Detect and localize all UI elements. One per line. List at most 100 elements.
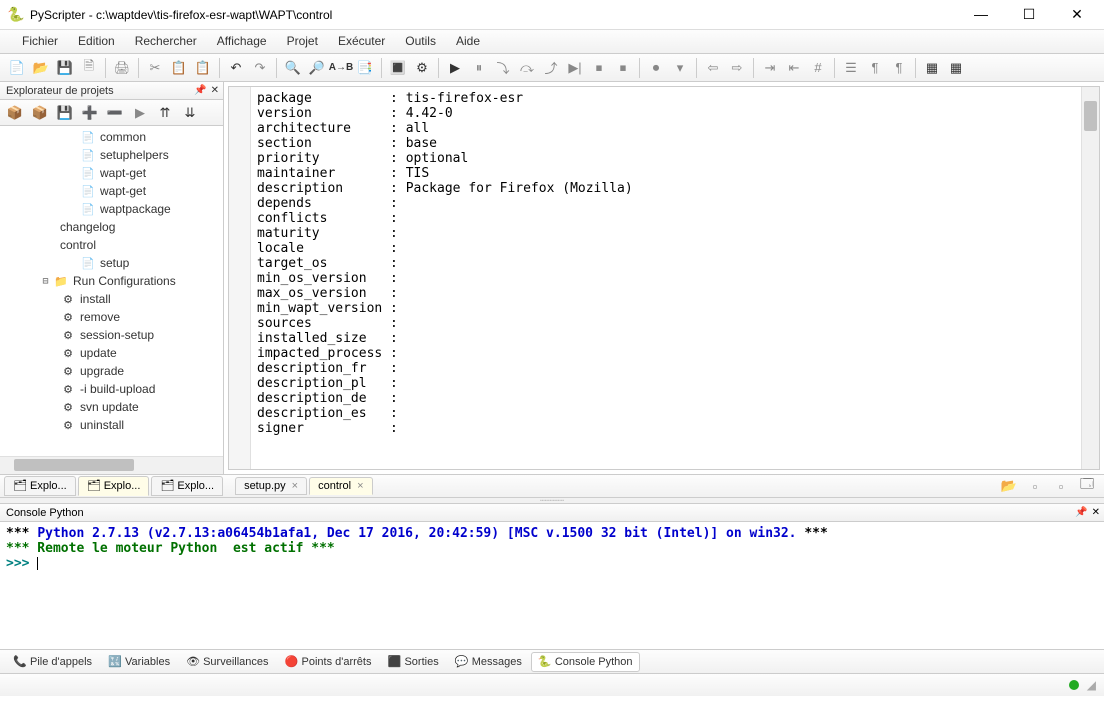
save-all-icon[interactable]: 🗎 <box>78 57 100 79</box>
tree-item[interactable]: ⚙svn update <box>0 398 223 416</box>
tree-item[interactable]: 📄wapt-get <box>0 182 223 200</box>
file-tab[interactable]: setup.py× <box>235 477 307 495</box>
tree-item[interactable]: ⊟📁Run Configurations <box>0 272 223 290</box>
tree-item[interactable]: 📄setuphelpers <box>0 146 223 164</box>
tree-hscroll[interactable] <box>0 456 223 474</box>
minimize-button[interactable]: — <box>966 6 996 23</box>
console-pin-icon[interactable]: 📌 <box>1075 507 1087 518</box>
editor-vscroll[interactable] <box>1081 87 1099 469</box>
nav-fwd-icon[interactable]: ⇨ <box>726 57 748 79</box>
find-next-icon[interactable]: 🔎 <box>306 57 328 79</box>
tab-window-icon[interactable]: 🗔 <box>1076 475 1098 497</box>
view-tab[interactable]: 🗂Explo... <box>78 476 150 496</box>
view-tab[interactable]: 🗂Explo... <box>4 476 76 496</box>
bottom-tab[interactable]: ⬛Sorties <box>380 652 445 672</box>
close-button[interactable]: ✕ <box>1062 6 1092 23</box>
paste-icon[interactable]: 📋 <box>192 57 214 79</box>
redo-icon[interactable]: ↷ <box>249 57 271 79</box>
cut-icon[interactable]: ✂ <box>144 57 166 79</box>
run-icon[interactable]: ▶ <box>444 57 466 79</box>
nav-back-icon[interactable]: ⇦ <box>702 57 724 79</box>
toggle-breakpoint-icon[interactable]: 🔳 <box>387 57 409 79</box>
new-file-icon[interactable]: 📄 <box>6 57 28 79</box>
menu-rechercher[interactable]: Rechercher <box>125 30 207 53</box>
bottom-tab[interactable]: 👁Surveillances <box>179 652 275 672</box>
chevron-down-icon[interactable]: ▾ <box>669 57 691 79</box>
indent-icon[interactable]: ⇥ <box>759 57 781 79</box>
save-icon[interactable]: 💾 <box>54 57 76 79</box>
bottom-tab[interactable]: 🐍Console Python <box>531 652 640 672</box>
step-over-icon[interactable]: ⤼ <box>516 57 538 79</box>
view-tab[interactable]: 🗂Explo... <box>151 476 223 496</box>
tree-item[interactable]: 📄waptpackage <box>0 200 223 218</box>
menu-projet[interactable]: Projet <box>277 30 328 53</box>
bottom-tab[interactable]: 📞Pile d'appels <box>6 652 99 672</box>
comment-icon[interactable]: # <box>807 57 829 79</box>
bottom-tab[interactable]: 🔣Variables <box>101 652 177 672</box>
maximize-button[interactable]: ☐ <box>1014 6 1044 23</box>
menu-exécuter[interactable]: Exécuter <box>328 30 395 53</box>
goto-icon[interactable]: 📑 <box>354 57 376 79</box>
bottom-tab[interactable]: 🔴Points d'arrêts <box>278 652 379 672</box>
tab-nav-icon[interactable]: ▫ <box>1024 475 1046 497</box>
proj-remove-icon[interactable]: ➖ <box>104 102 126 124</box>
tree-item[interactable]: 📄common <box>0 128 223 146</box>
config-icon[interactable]: ⚙ <box>411 57 433 79</box>
proj-open-icon[interactable]: 📦 <box>29 102 51 124</box>
tree-item[interactable]: control <box>0 236 223 254</box>
find-icon[interactable]: 🔍 <box>282 57 304 79</box>
tab-nav2-icon[interactable]: ▫ <box>1050 475 1072 497</box>
undo-icon[interactable]: ↶ <box>225 57 247 79</box>
menu-aide[interactable]: Aide <box>446 30 490 53</box>
proj-add-icon[interactable]: ➕ <box>79 102 101 124</box>
dedent-icon[interactable]: ⇤ <box>783 57 805 79</box>
tree-item[interactable]: ⚙update <box>0 344 223 362</box>
proj-new-icon[interactable]: 📦 <box>4 102 26 124</box>
layout1-icon[interactable]: ▦ <box>921 57 943 79</box>
layout2-icon[interactable]: ▦ <box>945 57 967 79</box>
stop-all-icon[interactable]: ⏹ <box>612 57 634 79</box>
tree-item[interactable]: 📄setup <box>0 254 223 272</box>
run-to-cursor-icon[interactable]: ▶| <box>564 57 586 79</box>
proj-expand-icon[interactable]: ⇊ <box>179 102 201 124</box>
menu-fichier[interactable]: Fichier <box>12 30 68 53</box>
tree-item[interactable]: ⚙session-setup <box>0 326 223 344</box>
resize-grip-icon[interactable]: ◢ <box>1087 678 1096 692</box>
bottom-tab[interactable]: 💬Messages <box>448 652 529 672</box>
pilcrow-icon[interactable]: ¶ <box>864 57 886 79</box>
copy-icon[interactable]: 📋 <box>168 57 190 79</box>
tree-expander-icon[interactable]: ⊟ <box>40 276 51 287</box>
menu-outils[interactable]: Outils <box>395 30 446 53</box>
proj-collapse-icon[interactable]: ⇈ <box>154 102 176 124</box>
replace-icon[interactable]: A→B <box>330 57 352 79</box>
tree-item[interactable]: ⚙uninstall <box>0 416 223 434</box>
stop-icon[interactable]: ⏹ <box>588 57 610 79</box>
editor-content[interactable]: package : tis-firefox-esr version : 4.42… <box>251 87 1081 469</box>
step-out-icon[interactable]: ⤴ <box>540 57 562 79</box>
record-icon[interactable]: ⏺ <box>645 57 667 79</box>
menu-affichage[interactable]: Affichage <box>207 30 277 53</box>
file-tab[interactable]: control× <box>309 477 372 495</box>
python-console[interactable]: *** Python 2.7.13 (v2.7.13:a06454b1afa1,… <box>0 522 1104 650</box>
debug-icon[interactable]: ⏸ <box>468 57 490 79</box>
pin-icon[interactable]: 📌 <box>194 85 206 96</box>
proj-run-icon[interactable]: ▶ <box>129 102 151 124</box>
print-icon[interactable]: 🖨 <box>111 57 133 79</box>
tree-item[interactable]: ⚙upgrade <box>0 362 223 380</box>
menu-edition[interactable]: Edition <box>68 30 125 53</box>
proj-save-icon[interactable]: 💾 <box>54 102 76 124</box>
pilcrow2-icon[interactable]: ¶ <box>888 57 910 79</box>
console-close-icon[interactable]: ✕ <box>1092 507 1100 518</box>
tree-item[interactable]: ⚙-i build-upload <box>0 380 223 398</box>
tree-item[interactable]: 📄wapt-get <box>0 164 223 182</box>
tree-item[interactable]: ⚙install <box>0 290 223 308</box>
project-tree[interactable]: 📄common📄setuphelpers📄wapt-get📄wapt-get📄w… <box>0 126 223 456</box>
open-file-icon[interactable]: 📂 <box>30 57 52 79</box>
tab-close-icon[interactable]: × <box>292 480 298 492</box>
step-into-icon[interactable]: ⤵ <box>492 57 514 79</box>
tab-close-icon[interactable]: × <box>357 480 363 492</box>
list-icon[interactable]: ☰ <box>840 57 862 79</box>
tree-item[interactable]: changelog <box>0 218 223 236</box>
tab-open-icon[interactable]: 📂 <box>998 475 1020 497</box>
tree-item[interactable]: ⚙remove <box>0 308 223 326</box>
